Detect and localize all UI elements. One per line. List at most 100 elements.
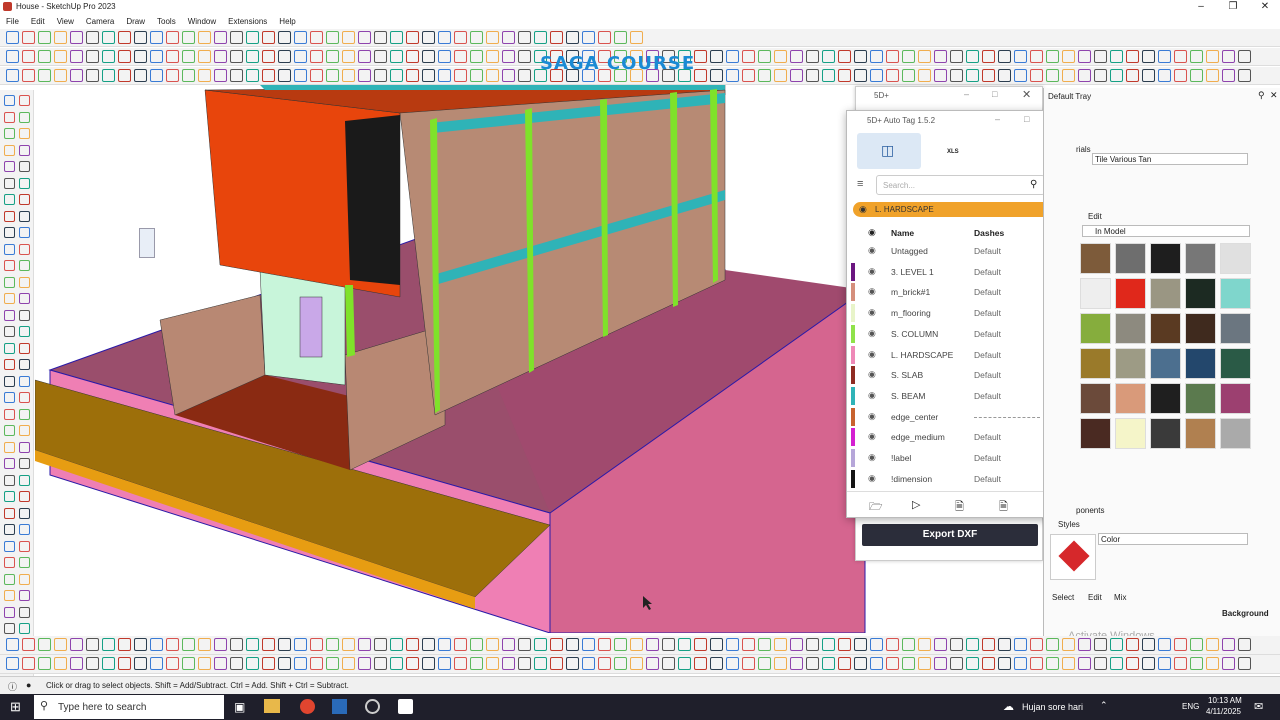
- toolbar-tool-icon[interactable]: [854, 638, 867, 651]
- toolbar-tool-icon[interactable]: [870, 657, 883, 670]
- toolbar-tool-icon[interactable]: [1222, 69, 1235, 82]
- toolbar-tool-icon[interactable]: [486, 69, 499, 82]
- left-tool-icon[interactable]: [19, 375, 30, 387]
- toolbar-tool-icon[interactable]: [614, 69, 627, 82]
- toolbar-tool-icon[interactable]: [518, 638, 531, 651]
- sdplus-minimize-icon[interactable]: –: [964, 89, 969, 99]
- toolbar-tool-icon[interactable]: [998, 50, 1011, 63]
- clock-time[interactable]: 10:13 AM: [1208, 696, 1242, 705]
- toolbar-tool-icon[interactable]: [422, 50, 435, 63]
- toolbar-tool-icon[interactable]: [6, 69, 19, 82]
- toolbar-tool-icon[interactable]: [470, 657, 483, 670]
- toolbar-tool-icon[interactable]: [662, 638, 675, 651]
- tag-name[interactable]: 3. LEVEL 1: [891, 267, 934, 277]
- menu-tools[interactable]: Tools: [157, 17, 176, 26]
- toolbar-tool-icon[interactable]: [998, 638, 1011, 651]
- left-tool-icon[interactable]: [4, 326, 15, 337]
- toolbar-tool-icon[interactable]: [486, 638, 499, 651]
- left-tool-icon[interactable]: [4, 309, 15, 321]
- material-swatch[interactable]: [1220, 348, 1251, 379]
- left-tool-icon[interactable]: [4, 540, 15, 552]
- toolbar-tool-icon[interactable]: [838, 638, 851, 651]
- capcut-icon[interactable]: [398, 699, 413, 714]
- left-tool-icon[interactable]: [19, 342, 30, 354]
- toolbar-tool-icon[interactable]: [70, 657, 83, 670]
- toolbar-tool-icon[interactable]: [438, 69, 451, 82]
- toolbar-tool-icon[interactable]: [1126, 50, 1139, 63]
- toolbar-tool-icon[interactable]: [550, 657, 563, 670]
- toolbar-tool-icon[interactable]: [374, 69, 387, 82]
- tag-search-input[interactable]: Search... ⚲: [876, 175, 1045, 195]
- toolbar-tool-icon[interactable]: [262, 50, 275, 63]
- left-tool-icon[interactable]: [19, 128, 30, 139]
- tag-name[interactable]: L. HARDSCAPE: [891, 350, 953, 360]
- toolbar-tool-icon[interactable]: [310, 31, 323, 44]
- toolbar-tool-icon[interactable]: [182, 50, 195, 63]
- toolbar-tool-icon[interactable]: [838, 657, 851, 670]
- toolbar-tool-icon[interactable]: [1014, 657, 1027, 670]
- left-tool-icon[interactable]: [4, 95, 15, 106]
- toolbar-tool-icon[interactable]: [966, 657, 979, 670]
- left-tool-icon[interactable]: [4, 111, 15, 123]
- toolbar-tool-icon[interactable]: [934, 638, 947, 651]
- import-file-icon[interactable]: 🗎: [955, 498, 964, 517]
- toolbar-tool-icon[interactable]: [502, 69, 515, 82]
- file-explorer-icon[interactable]: [264, 699, 280, 713]
- toolbar-tool-icon[interactable]: [1206, 69, 1219, 82]
- toolbar-tool-icon[interactable]: [950, 69, 963, 82]
- toolbar-tool-icon[interactable]: [150, 657, 163, 670]
- col-dashes-header[interactable]: Dashes: [974, 228, 1004, 238]
- toolbar-tool-icon[interactable]: [374, 50, 387, 63]
- left-tool-icon[interactable]: [4, 491, 15, 502]
- toolbar-tool-icon[interactable]: [790, 69, 803, 82]
- toolbar-tool-icon[interactable]: [294, 50, 307, 63]
- toolbar-tool-icon[interactable]: [438, 657, 451, 670]
- left-tool-icon[interactable]: [4, 590, 15, 601]
- toolbar-tool-icon[interactable]: [1174, 50, 1187, 63]
- tag-name[interactable]: edge_center: [891, 412, 938, 422]
- toolbar-tool-icon[interactable]: [342, 638, 355, 651]
- material-swatch[interactable]: [1080, 348, 1111, 379]
- left-tool-icon[interactable]: [19, 540, 30, 552]
- toolbar-tool-icon[interactable]: [198, 31, 211, 44]
- tag-dashes[interactable]: Default: [974, 453, 1001, 463]
- left-tool-icon[interactable]: [19, 210, 30, 222]
- toolbar-tool-icon[interactable]: [310, 657, 323, 670]
- toolbar-tool-icon[interactable]: [230, 69, 243, 82]
- tag-color-swatch[interactable]: [851, 283, 855, 302]
- toolbar-tool-icon[interactable]: [294, 657, 307, 670]
- left-tool-icon[interactable]: [4, 359, 15, 370]
- material-swatch[interactable]: [1150, 278, 1181, 309]
- toolbar-tool-icon[interactable]: [38, 638, 51, 651]
- toolbar-tool-icon[interactable]: [390, 657, 403, 670]
- toolbar-tool-icon[interactable]: [806, 69, 819, 82]
- toolbar-tool-icon[interactable]: [1174, 638, 1187, 651]
- material-swatch[interactable]: [1080, 313, 1111, 344]
- toolbar-tool-icon[interactable]: [550, 31, 563, 44]
- tag-color-swatch[interactable]: [851, 366, 855, 385]
- toolbar-tool-icon[interactable]: [230, 657, 243, 670]
- toolbar-tool-icon[interactable]: [1222, 657, 1235, 670]
- toolbar-tool-icon[interactable]: [54, 638, 67, 651]
- toolbar-tool-icon[interactable]: [1094, 69, 1107, 82]
- left-tool-icon[interactable]: [19, 557, 30, 568]
- left-tool-icon[interactable]: [19, 309, 30, 321]
- toolbar-tool-icon[interactable]: [950, 657, 963, 670]
- col-name-header[interactable]: Name: [891, 228, 914, 238]
- toolbar-tool-icon[interactable]: [518, 50, 531, 63]
- toolbar-tool-icon[interactable]: [198, 657, 211, 670]
- left-tool-icon[interactable]: [4, 144, 15, 156]
- toolbar-tool-icon[interactable]: [534, 657, 547, 670]
- toolbar-tool-icon[interactable]: [518, 69, 531, 82]
- toolbar-tool-icon[interactable]: [166, 638, 179, 651]
- material-swatch[interactable]: [1220, 243, 1251, 274]
- toolbar-tool-icon[interactable]: [1110, 638, 1123, 651]
- windows-start-icon[interactable]: ⊞: [10, 699, 21, 715]
- left-tool-icon[interactable]: [4, 276, 15, 288]
- toolbar-tool-icon[interactable]: [1238, 638, 1251, 651]
- toolbar-tool-icon[interactable]: [150, 50, 163, 63]
- tag-name[interactable]: edge_medium: [891, 432, 945, 442]
- toolbar-tool-icon[interactable]: [646, 69, 659, 82]
- material-swatch[interactable]: [1150, 313, 1181, 344]
- left-tool-icon[interactable]: [4, 293, 15, 304]
